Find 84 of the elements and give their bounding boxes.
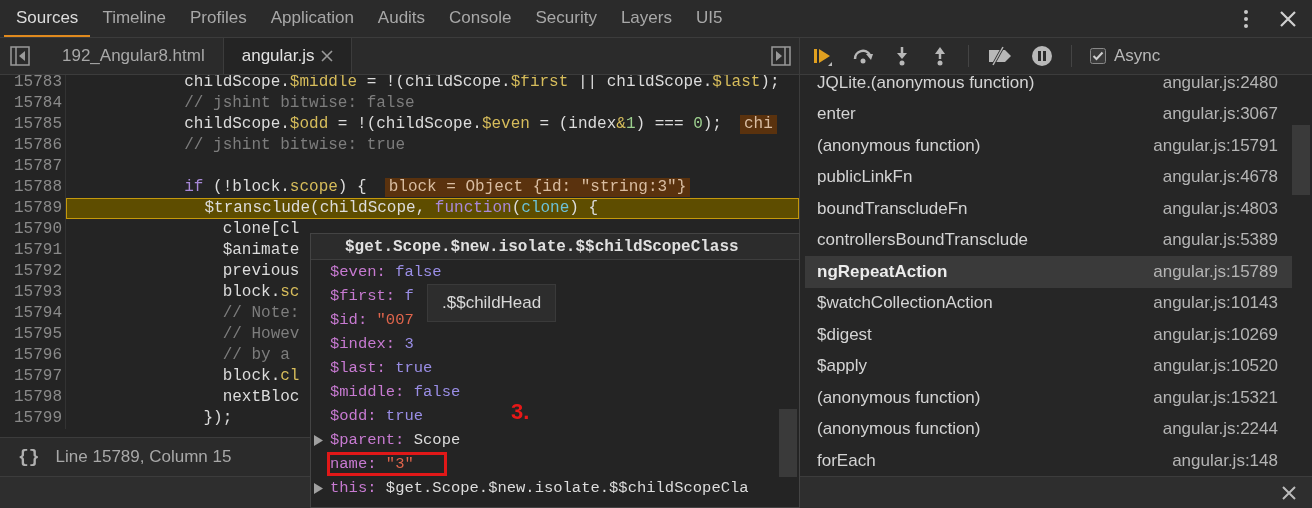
code-line: if (!block.scope) {: [183, 177, 367, 197]
call-frame[interactable]: $apply angular.js:10520: [805, 350, 1292, 382]
call-frame[interactable]: enter angular.js:3067: [805, 98, 1292, 130]
code-line: // Howev: [221, 324, 300, 344]
close-icon[interactable]: [320, 49, 333, 62]
line-number: 15783: [0, 74, 66, 93]
code-line: // Note:: [221, 303, 300, 323]
expand-arrow-icon[interactable]: [313, 433, 324, 447]
panel-tab[interactable]: Console: [437, 0, 524, 37]
inline-value: chi: [739, 114, 777, 134]
inline-value: block = Object {id: "string:3"}: [384, 177, 691, 197]
line-number: 15795: [0, 323, 66, 345]
panel-tab[interactable]: Layers: [608, 0, 684, 37]
line-number: 15792: [0, 260, 66, 282]
call-frame[interactable]: ngRepeatAction angular.js:15789: [805, 256, 1292, 288]
file-tab[interactable]: 192_Angular8.html: [44, 38, 223, 74]
code-line: $transclude(childScope, function(clone) {: [203, 198, 599, 218]
property-entry: $even: false: [329, 262, 443, 283]
property-entry: $index: 3: [329, 334, 415, 355]
close-icon[interactable]: [1278, 8, 1298, 29]
line-number: 15793: [0, 281, 66, 303]
panel-tab[interactable]: Security: [523, 0, 609, 37]
line-number: 15797: [0, 365, 66, 387]
call-frame[interactable]: boundTranscludeFn angular.js:4803: [805, 193, 1292, 225]
line-number: 15787: [0, 155, 66, 177]
expand-arrow-icon[interactable]: [313, 481, 324, 495]
line-number: 15794: [0, 302, 66, 324]
property-entry: $middle: false: [329, 382, 462, 403]
code-line: // jshint bitwise: true: [183, 135, 406, 155]
property-entry: $id: "007: [329, 310, 415, 331]
property-entry: $parent: Scope: [329, 430, 462, 451]
call-frame[interactable]: JQLite.(anonymous function) angular.js:2480: [805, 75, 1292, 99]
async-checkbox[interactable]: [1090, 48, 1106, 64]
code-line: // jshint bitwise: false: [183, 93, 415, 113]
line-number: 15784: [0, 92, 66, 114]
property-entry: $last: true: [329, 358, 434, 379]
pretty-print-button[interactable]: {}: [18, 447, 40, 468]
call-frame[interactable]: (anonymous function) angular.js:15321: [805, 382, 1292, 414]
line-number: 15798: [0, 386, 66, 408]
line-number: 15799: [0, 407, 66, 429]
line-number: 15786: [0, 134, 66, 156]
breakpoint-off-icon[interactable]: [987, 45, 1013, 67]
call-frame[interactable]: forEach angular.js:148: [805, 445, 1292, 476]
file-tab[interactable]: angular.js: [222, 38, 352, 74]
cursor-position: Line 15789, Column 15: [55, 447, 232, 468]
code-line: childScope.$middle = !(childScope.$first || childScope.$last);: [183, 74, 780, 92]
sidebar-toggle-icon[interactable]: [771, 45, 791, 66]
line-number: 15788: [0, 176, 66, 198]
async-label: Async: [1114, 46, 1161, 66]
property-entry: name: "3": [327, 452, 447, 476]
property-entry: $odd: true: [329, 406, 425, 427]
tooltip: .$$childHead: [427, 284, 557, 322]
call-frame[interactable]: controllersBoundTransclude angular.js:5389: [805, 224, 1292, 256]
code-line: nextBloc: [221, 387, 300, 407]
code-line: clone[cl: [221, 219, 300, 239]
code-line: previous: [221, 261, 300, 281]
code-line: block.sc: [221, 282, 300, 302]
pause-icon[interactable]: [1031, 45, 1053, 67]
property-entry: $first: f: [329, 286, 415, 307]
panel-tab[interactable]: UI5: [683, 0, 735, 37]
popover-title: $get.Scope.$new.isolate.$$childScopeClass: [311, 234, 799, 260]
call-frame[interactable]: (anonymous function) angular.js:15791: [805, 130, 1292, 162]
line-number: 15796: [0, 344, 66, 366]
panel-tab[interactable]: Profiles: [178, 0, 259, 37]
code-line: $animate: [221, 240, 300, 260]
code-line: });: [202, 408, 233, 428]
close-icon[interactable]: [1280, 483, 1298, 502]
property-entry: this: $get.Scope.$new.isolate.$$childScopeCla: [329, 478, 750, 499]
resume-icon[interactable]: [812, 46, 834, 66]
code-line: childScope.$odd = !(childScope.$even = (index&1) === 0);: [183, 114, 722, 134]
line-number: 15790: [0, 218, 66, 240]
panel-tab[interactable]: Application: [258, 0, 366, 37]
annotation-label: 3.: [511, 399, 530, 425]
call-frame[interactable]: (anonymous function) angular.js:2244: [805, 413, 1292, 445]
sidebar-toggle-icon[interactable]: [10, 45, 30, 66]
panel-tab[interactable]: Timeline: [90, 0, 178, 37]
call-frame[interactable]: $watchCollectionAction angular.js:10143: [805, 287, 1292, 319]
code-line: block.cl: [221, 366, 300, 386]
call-frame[interactable]: publicLinkFn angular.js:4678: [805, 161, 1292, 193]
line-number: 15791: [0, 239, 66, 261]
call-frame[interactable]: $digest angular.js:10269: [805, 319, 1292, 351]
code-line: // by a: [221, 345, 290, 365]
line-number: 15785: [0, 113, 66, 135]
panel-tab[interactable]: Audits: [365, 0, 438, 37]
